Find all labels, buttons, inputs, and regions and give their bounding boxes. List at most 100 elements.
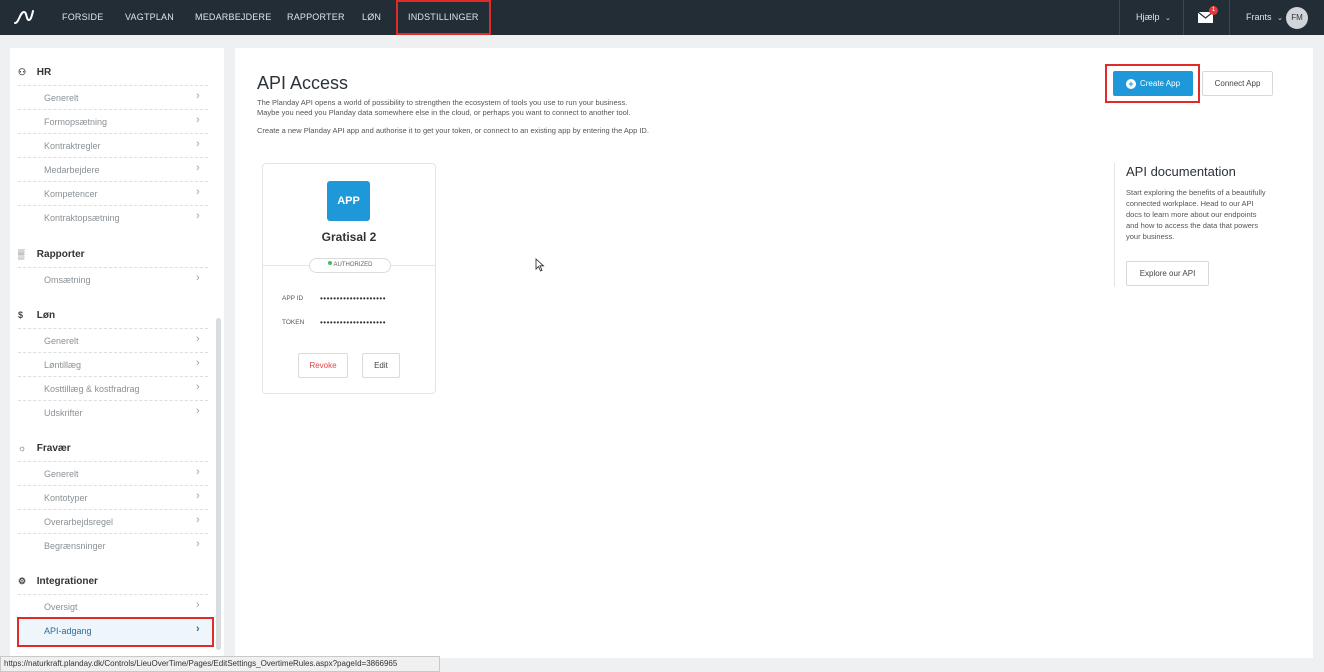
chevron-right-icon: › bbox=[196, 466, 200, 478]
sidebar-item-formopsaetning[interactable]: Formopsætning bbox=[44, 117, 107, 127]
edit-button[interactable]: Edit bbox=[362, 353, 400, 378]
chevron-right-icon: › bbox=[196, 490, 200, 502]
help-label: Hjælp bbox=[1136, 12, 1160, 22]
planday-logo-icon[interactable] bbox=[14, 9, 34, 25]
help-menu[interactable]: Hjælp ⌄ bbox=[1136, 0, 1171, 35]
doc-description: Start exploring the benefits of a beauti… bbox=[1126, 188, 1266, 241]
sidebar-item-medarbejdere[interactable]: Medarbejdere bbox=[44, 165, 100, 175]
sidebar-item-udskrifter[interactable]: Udskrifter bbox=[44, 408, 83, 418]
sidebar-item-oversigt[interactable]: Oversigt bbox=[44, 602, 78, 612]
sidebar-section-fravaer: ☼ Fravær bbox=[18, 443, 71, 454]
chevron-right-icon: › bbox=[196, 333, 200, 345]
nav-forside[interactable]: FORSIDE bbox=[62, 0, 103, 35]
chevron-down-icon: ⌄ bbox=[1277, 15, 1283, 22]
chevron-right-icon: › bbox=[196, 623, 200, 635]
sidebar-item-lon-generelt[interactable]: Generelt bbox=[44, 336, 79, 346]
chevron-right-icon: › bbox=[196, 272, 200, 284]
page-title: API Access bbox=[257, 73, 349, 93]
section-title: HR bbox=[36, 67, 52, 78]
intro-text-3: Create a new Planday API app and authori… bbox=[257, 126, 649, 135]
plus-circle-icon: + bbox=[1125, 79, 1136, 89]
bar-chart-icon: ▒ bbox=[18, 249, 25, 259]
section-divider bbox=[18, 328, 208, 329]
section-divider bbox=[18, 267, 208, 268]
token-value: •••••••••••••••••••• bbox=[320, 318, 387, 327]
user-menu[interactable]: Frants ⌄ bbox=[1246, 0, 1283, 35]
sidebar-item-omsaetning[interactable]: Omsætning bbox=[44, 275, 91, 285]
nav-lon[interactable]: LØN bbox=[362, 0, 381, 35]
item-divider bbox=[18, 133, 208, 134]
revoke-button[interactable]: Revoke bbox=[298, 353, 348, 378]
nav-medarbejdere[interactable]: MEDARBEJDERE bbox=[195, 0, 271, 35]
nav-divider bbox=[1183, 0, 1184, 35]
sidebar-item-lontillaeg[interactable]: Løntillæg bbox=[44, 360, 81, 370]
sidebar-item-fravaer-generelt[interactable]: Generelt bbox=[44, 469, 79, 479]
intro-text-2: Maybe you need you Planday data somewher… bbox=[257, 108, 631, 117]
item-divider bbox=[18, 509, 208, 510]
mouse-cursor-icon bbox=[535, 258, 545, 272]
app-icon-tile: APP bbox=[327, 181, 370, 221]
sidebar-item-kontraktregler[interactable]: Kontraktregler bbox=[44, 141, 101, 151]
sidebar-item-kontraktopsaetning[interactable]: Kontraktopsætning bbox=[44, 213, 120, 223]
sidebar-section-lon: $ Løn bbox=[18, 310, 55, 321]
nav-divider bbox=[1229, 0, 1230, 35]
connect-app-button[interactable]: Connect App bbox=[1202, 71, 1273, 96]
chevron-right-icon: › bbox=[196, 405, 200, 417]
sidebar-item-kompetencer[interactable]: Kompetencer bbox=[44, 189, 98, 199]
section-title: Fravær bbox=[36, 443, 71, 454]
sidebar-item-api-adgang[interactable]: API-adgang bbox=[44, 626, 92, 636]
user-name: Frants bbox=[1246, 12, 1272, 22]
nav-vagtplan[interactable]: VAGTPLAN bbox=[125, 0, 174, 35]
sidebar-item-kontotyper[interactable]: Kontotyper bbox=[44, 493, 88, 503]
section-divider bbox=[18, 461, 208, 462]
chevron-right-icon: › bbox=[196, 186, 200, 198]
section-divider bbox=[18, 594, 208, 595]
avatar[interactable]: FM bbox=[1286, 7, 1308, 29]
sidebar-section-rapporter: ▒ Rapporter bbox=[18, 249, 85, 260]
settings-sidebar bbox=[10, 48, 224, 658]
token-label: TOKEN bbox=[282, 319, 305, 326]
gear-icon: ⚙ bbox=[18, 576, 27, 586]
item-divider bbox=[18, 109, 208, 110]
section-title: Integrationer bbox=[36, 576, 98, 587]
chevron-right-icon: › bbox=[196, 599, 200, 611]
create-app-label: Create App bbox=[1139, 79, 1181, 88]
doc-divider bbox=[1114, 163, 1115, 287]
item-divider bbox=[18, 485, 208, 486]
explore-api-button[interactable]: Explore our API bbox=[1126, 261, 1209, 286]
chevron-right-icon: › bbox=[196, 138, 200, 150]
item-divider bbox=[18, 352, 208, 353]
sidebar-item-overarbejdsregel[interactable]: Overarbejdsregel bbox=[44, 517, 113, 527]
sun-icon: ☼ bbox=[18, 443, 27, 453]
app-id-value: •••••••••••••••••••• bbox=[320, 294, 387, 303]
status-badge: AUTHORIZED bbox=[309, 258, 391, 273]
mail-badge: 1 bbox=[1209, 6, 1218, 15]
chevron-right-icon: › bbox=[196, 357, 200, 369]
status-dot-icon bbox=[327, 261, 332, 265]
sidebar-item-hr-generelt[interactable]: Generelt bbox=[44, 93, 79, 103]
sidebar-section-integrationer: ⚙ Integrationer bbox=[18, 576, 98, 587]
sidebar-section-hr: ⚇ HR bbox=[18, 67, 51, 78]
nav-divider bbox=[1119, 0, 1120, 35]
top-navigation-bar: FORSIDE VAGTPLAN MEDARBEJDERE RAPPORTER … bbox=[0, 0, 1324, 35]
nav-rapporter[interactable]: RAPPORTER bbox=[287, 0, 345, 35]
chevron-right-icon: › bbox=[196, 162, 200, 174]
app-name: Gratisal 2 bbox=[321, 230, 377, 244]
status-label: AUTHORIZED bbox=[333, 262, 373, 268]
item-divider bbox=[18, 181, 208, 182]
sidebar-scrollbar[interactable] bbox=[216, 318, 221, 650]
browser-status-url: https://naturkraft.planday.dk/Controls/L… bbox=[0, 656, 440, 672]
people-icon: ⚇ bbox=[18, 67, 27, 77]
chevron-right-icon: › bbox=[196, 514, 200, 526]
doc-title: API documentation bbox=[1126, 164, 1236, 179]
item-divider bbox=[18, 533, 208, 534]
create-app-button[interactable]: + Create App bbox=[1113, 71, 1193, 96]
chevron-right-icon: › bbox=[196, 538, 200, 550]
chevron-right-icon: › bbox=[196, 381, 200, 393]
sidebar-item-begraensninger[interactable]: Begrænsninger bbox=[44, 541, 106, 551]
nav-indstillinger[interactable]: INDSTILLINGER bbox=[396, 0, 491, 35]
app-id-label: APP ID bbox=[282, 295, 304, 302]
chevron-right-icon: › bbox=[196, 210, 200, 222]
sidebar-item-kosttillaeg[interactable]: Kosttillæg & kostfradrag bbox=[44, 384, 140, 394]
intro-text-1: The Planday API opens a world of possibi… bbox=[257, 98, 628, 107]
